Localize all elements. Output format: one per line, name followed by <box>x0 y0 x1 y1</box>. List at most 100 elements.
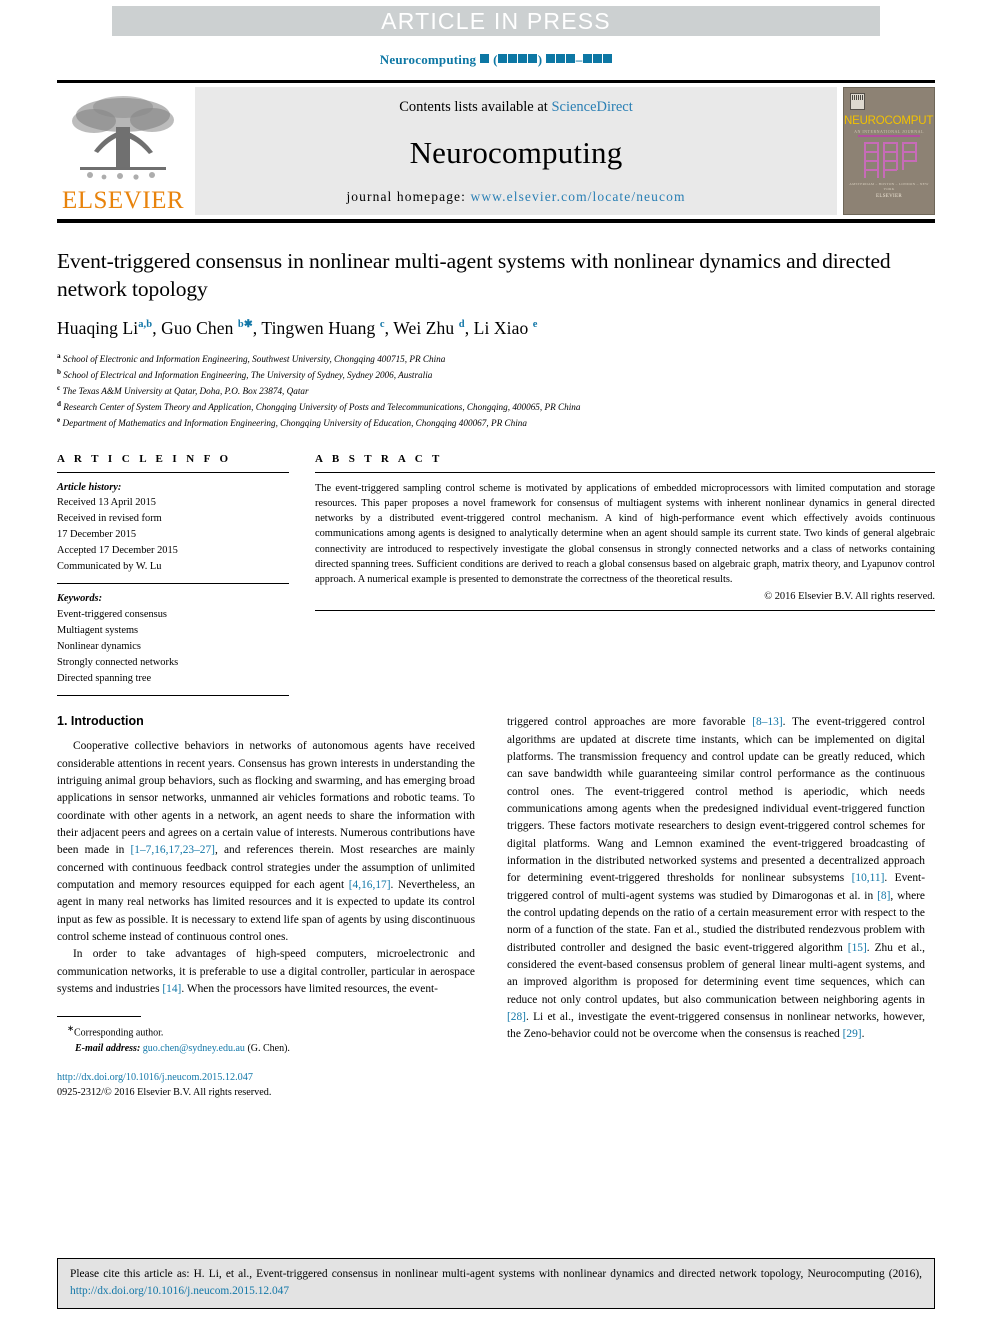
author-name: Huaqing Li <box>57 317 139 338</box>
title-block: Event-triggered consensus in nonlinear m… <box>57 247 935 431</box>
intro-paragraph-1: Cooperative collective behaviors in netw… <box>57 738 475 946</box>
author-name: Li Xiao <box>473 317 529 338</box>
history-item: Communicated by W. Lu <box>57 560 162 572</box>
masthead-center-panel: Contents lists available at ScienceDirec… <box>195 87 837 215</box>
citation-ref[interactable]: [1–7,16,17,23–27] <box>131 844 215 856</box>
affiliation-text: Research Center of System Theory and App… <box>63 401 581 412</box>
intro-p1-part-a: Cooperative collective behaviors in netw… <box>57 740 475 857</box>
citation-ref[interactable]: [8] <box>877 890 890 902</box>
affiliation-mark: e <box>57 415 61 424</box>
affiliation-mark: d <box>57 399 61 408</box>
article-in-press-banner: ARTICLE IN PRESS <box>112 6 880 36</box>
journal-title: Neurocomputing <box>409 134 623 170</box>
history-item: 17 December 2015 <box>57 529 137 541</box>
citation-ref[interactable]: [29] <box>843 1028 862 1040</box>
article-info-rule-bottom <box>57 695 289 697</box>
abstract-copyright: © 2016 Elsevier B.V. All rights reserved… <box>764 590 935 602</box>
intro-paragraph-right: triggered control approaches are more fa… <box>507 714 925 1043</box>
article-history-group: Article history: Received 13 April 2015 … <box>57 480 289 575</box>
cover-journal-title: NEUROCOMPUTING <box>844 115 934 127</box>
history-item: Received in revised form <box>57 513 162 525</box>
journal-masthead: ELSEVIER Contents lists available at Sci… <box>57 80 935 223</box>
elsevier-logo: ELSEVIER <box>57 87 189 215</box>
affiliation-text: School of Electrical and Information Eng… <box>63 369 433 380</box>
cite-text: Please cite this article as: H. Li, et a… <box>70 1267 922 1280</box>
footnote-divider <box>57 1016 141 1018</box>
affiliation-item: e Department of Mathematics and Informat… <box>57 415 935 431</box>
keyword-item: Multiagent systems <box>57 625 139 637</box>
author-item: Guo Chen b✱ <box>161 318 253 338</box>
cite-doi-link[interactable]: http://dx.doi.org/10.1016/j.neucom.2015.… <box>70 1285 289 1297</box>
affiliation-list: a School of Electronic and Information E… <box>57 351 935 431</box>
issn-copyright-line: 0925-2312/© 2016 Elsevier B.V. All right… <box>57 1086 272 1098</box>
citation-ref[interactable]: [14] <box>162 983 181 995</box>
cite-this-article-box: Please cite this article as: H. Li, et a… <box>57 1257 935 1309</box>
body-column-right: triggered control approaches are more fa… <box>507 714 925 1100</box>
keyword-item: Event-triggered consensus <box>57 609 167 621</box>
page-title: Event-triggered consensus in nonlinear m… <box>57 249 891 302</box>
affiliation-text: School of Electronic and Information Eng… <box>62 353 446 364</box>
author-affil-marks: e <box>532 318 538 330</box>
sciencedirect-link[interactable]: ScienceDirect <box>551 99 632 115</box>
citation-ref[interactable]: [4,16,17] <box>349 879 391 891</box>
homepage-label: journal homepage: <box>346 189 466 204</box>
introduction-heading: 1. Introduction <box>57 714 144 729</box>
corresponding-author-text: Corresponding author. <box>73 1027 164 1039</box>
affiliation-item: d Research Center of System Theory and A… <box>57 399 935 415</box>
cover-elsevier-mini-icon <box>850 93 865 110</box>
doi-link[interactable]: http://dx.doi.org/10.1016/j.neucom.2015.… <box>57 1070 475 1085</box>
affiliation-item: b School of Electrical and Information E… <box>57 367 935 383</box>
affiliation-item: a School of Electronic and Information E… <box>57 351 935 367</box>
citation-ref[interactable]: [15] <box>848 942 867 954</box>
abstract-rule-bottom <box>315 609 935 611</box>
email-owner: (G. Chen). <box>247 1042 290 1054</box>
citation-ref[interactable]: [28] <box>507 1011 526 1023</box>
cover-grid-graphic <box>864 142 917 182</box>
article-info-rule-top <box>57 471 289 473</box>
author-item: Li Xiao e <box>474 318 538 338</box>
intro-paragraph-2: In order to take advantages of high-spee… <box>57 946 475 998</box>
affiliation-text: The Texas A&M University at Qatar, Doha,… <box>62 385 309 396</box>
history-item: Accepted 17 December 2015 <box>57 544 178 556</box>
homepage-url-link[interactable]: www.elsevier.com/locate/neucom <box>470 189 685 204</box>
abstract-column: A B S T R A C T The event-triggered samp… <box>315 453 935 611</box>
email-link[interactable]: guo.chen@sydney.edu.au <box>143 1043 245 1054</box>
abstract-heading: A B S T R A C T <box>315 452 443 465</box>
author-affil-marks: c <box>379 318 385 330</box>
info-abstract-region: A R T I C L E I N F O Article history: R… <box>57 453 935 697</box>
author-affil-marks: a,b <box>138 318 153 330</box>
cover-footer-line2: ELSEVIER <box>875 193 902 199</box>
article-info-rule-mid <box>57 583 289 585</box>
article-info-heading: A R T I C L E I N F O <box>57 452 232 465</box>
citation-ref[interactable]: [8–13] <box>752 716 782 728</box>
email-address-label: E-mail address: <box>75 1042 141 1054</box>
footnote-block: ∗Corresponding author. E-mail address: g… <box>57 1023 475 1055</box>
author-list: Huaqing Lia,b, Guo Chen b✱, Tingwen Huan… <box>57 317 538 338</box>
author-item: Wei Zhu d <box>393 318 464 338</box>
contents-available-line: Contents lists available at ScienceDirec… <box>399 99 633 116</box>
citation-ref[interactable]: [10,11] <box>852 872 885 884</box>
journal-running-head: Neurocomputing () – <box>0 52 992 68</box>
volume-placeholder: () – <box>480 52 612 67</box>
affiliation-mark: c <box>57 383 61 392</box>
keyword-item: Directed spanning tree <box>57 672 152 684</box>
abstract-text: The event-triggered sampling control sch… <box>315 482 935 586</box>
cover-footer-line1: AMSTERDAM – BOSTON – LONDON – NEW YORK <box>849 182 929 192</box>
cover-footer-text: AMSTERDAM – BOSTON – LONDON – NEW YORK E… <box>844 182 934 200</box>
cover-accent-rule <box>858 135 920 137</box>
email-note: E-mail address: guo.chen@sydney.edu.au (… <box>67 1041 475 1056</box>
doi-footer-block: http://dx.doi.org/10.1016/j.neucom.2015.… <box>57 1070 475 1101</box>
article-in-press-label: ARTICLE IN PRESS <box>381 7 611 34</box>
journal-homepage-line: journal homepage: www.elsevier.com/locat… <box>346 189 685 205</box>
right-part-g: . <box>861 1028 865 1041</box>
author-affil-marks: d <box>458 318 465 330</box>
body-columns: 1. Introduction Cooperative collective b… <box>57 714 935 1100</box>
body-column-left: 1. Introduction Cooperative collective b… <box>57 714 475 1100</box>
keyword-item: Strongly connected networks <box>57 656 179 668</box>
intro-p2-part-b: . When the processors have limited resou… <box>181 982 438 995</box>
author-name: Guo Chen <box>161 317 234 338</box>
keyword-item: Nonlinear dynamics <box>57 640 141 652</box>
contents-prefix: Contents lists available at <box>399 99 548 115</box>
article-history-label: Article history: <box>57 481 122 493</box>
elsevier-tree-icon <box>72 96 174 180</box>
